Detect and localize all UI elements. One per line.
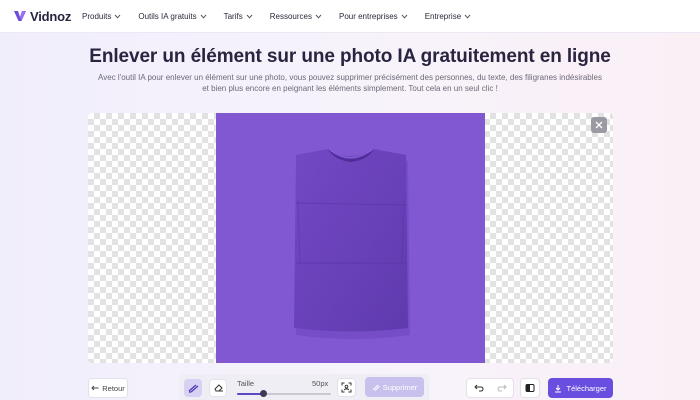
brush-tool-button[interactable] [184, 379, 202, 397]
undo-button[interactable] [467, 379, 490, 397]
chevron-down-icon [246, 14, 253, 19]
compare-icon [525, 384, 535, 392]
nav-item-tarifs[interactable]: Tarifs [224, 12, 253, 21]
nav-item-pour-entreprises[interactable]: Pour entreprises [339, 12, 408, 21]
download-button[interactable]: Télécharger [548, 378, 613, 398]
undo-icon [473, 384, 484, 392]
close-icon [595, 121, 603, 129]
size-label: Taille [237, 379, 255, 388]
nav-item-label: Ressources [269, 11, 312, 21]
remove-button-label: Supprimer [382, 382, 418, 392]
chevron-down-icon [464, 14, 471, 19]
chevron-down-icon [401, 14, 408, 19]
tshirt-image [294, 149, 410, 339]
page-subtitle: Avec l'outil IA pour enlever un élément … [98, 73, 602, 93]
nav-item-label: Tarifs [223, 11, 243, 21]
scan-icon [341, 382, 352, 393]
brush-icon [188, 384, 198, 393]
nav-item-label: Produits [82, 11, 112, 21]
arrow-left-icon [91, 385, 99, 391]
redo-icon [496, 384, 507, 392]
chevron-down-icon [114, 14, 121, 19]
logo[interactable]: Vidnoz [13, 9, 73, 24]
download-button-label: Télécharger [566, 383, 607, 393]
chevron-down-icon [315, 14, 322, 19]
nav-item-label: Pour entreprises [338, 11, 398, 21]
nav-item-outils-ia[interactable]: Outils IA gratuits [138, 12, 206, 21]
uploaded-photo[interactable] [216, 113, 485, 363]
vidnoz-logo-icon [13, 9, 27, 23]
back-button[interactable]: Retour [88, 378, 128, 398]
page-title: Enlever un élément sur une photo IA grat… [89, 46, 611, 67]
logo-text: Vidnoz [30, 8, 72, 24]
brush-toolbar: Taille 50px Supprimer [179, 374, 429, 400]
eraser-tool-button[interactable] [209, 379, 227, 397]
history-controls [466, 378, 514, 398]
back-button-label: Retour [102, 383, 125, 393]
remove-button[interactable]: Supprimer [365, 377, 424, 397]
editor-canvas[interactable] [88, 113, 613, 363]
size-value: 50px [312, 379, 329, 388]
chevron-down-icon [200, 14, 206, 19]
size-slider-thumb[interactable] [259, 390, 267, 397]
main-nav: Produits Outils IA gratuits Tarifs Resso… [82, 12, 488, 21]
brush-icon [372, 384, 380, 391]
nav-item-label: Outils IA gratuits [138, 11, 197, 21]
download-icon [555, 384, 562, 392]
close-button[interactable] [591, 117, 607, 133]
nav-item-label: Entreprise [424, 11, 462, 21]
top-navbar: Vidnoz Produits Outils IA gratuits Tarif… [0, 0, 700, 33]
nav-item-produits[interactable]: Produits [82, 12, 121, 21]
nav-item-ressources[interactable]: Ressources [270, 12, 322, 21]
compare-button[interactable] [520, 378, 540, 398]
eraser-icon [213, 384, 223, 392]
auto-select-button[interactable] [337, 378, 356, 397]
redo-button[interactable] [490, 379, 513, 397]
nav-item-entreprise[interactable]: Entreprise [425, 12, 471, 21]
